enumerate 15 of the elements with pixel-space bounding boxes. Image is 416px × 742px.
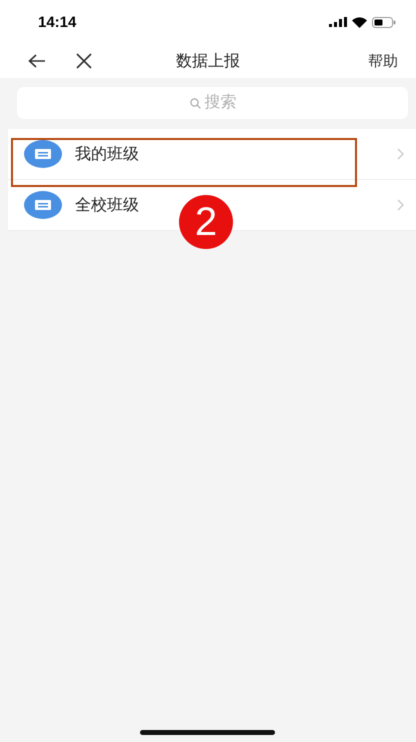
ticket-icon bbox=[24, 191, 62, 219]
search-field[interactable]: 搜索 bbox=[17, 87, 408, 119]
page-title: 数据上报 bbox=[176, 52, 240, 72]
list-item[interactable]: 我的班级 bbox=[8, 129, 416, 180]
back-arrow-icon[interactable] bbox=[28, 54, 46, 68]
battery-icon bbox=[372, 16, 396, 28]
chevron-right-icon bbox=[397, 199, 404, 211]
ticket-icon bbox=[24, 140, 62, 168]
help-button[interactable]: 帮助 bbox=[360, 52, 406, 70]
close-icon[interactable] bbox=[76, 53, 92, 69]
wifi-icon bbox=[352, 16, 367, 28]
chevron-right-icon bbox=[397, 148, 404, 160]
signal-icon bbox=[329, 17, 347, 27]
status-time: 14:14 bbox=[38, 14, 76, 30]
step-number-badge: 2 bbox=[179, 195, 233, 249]
